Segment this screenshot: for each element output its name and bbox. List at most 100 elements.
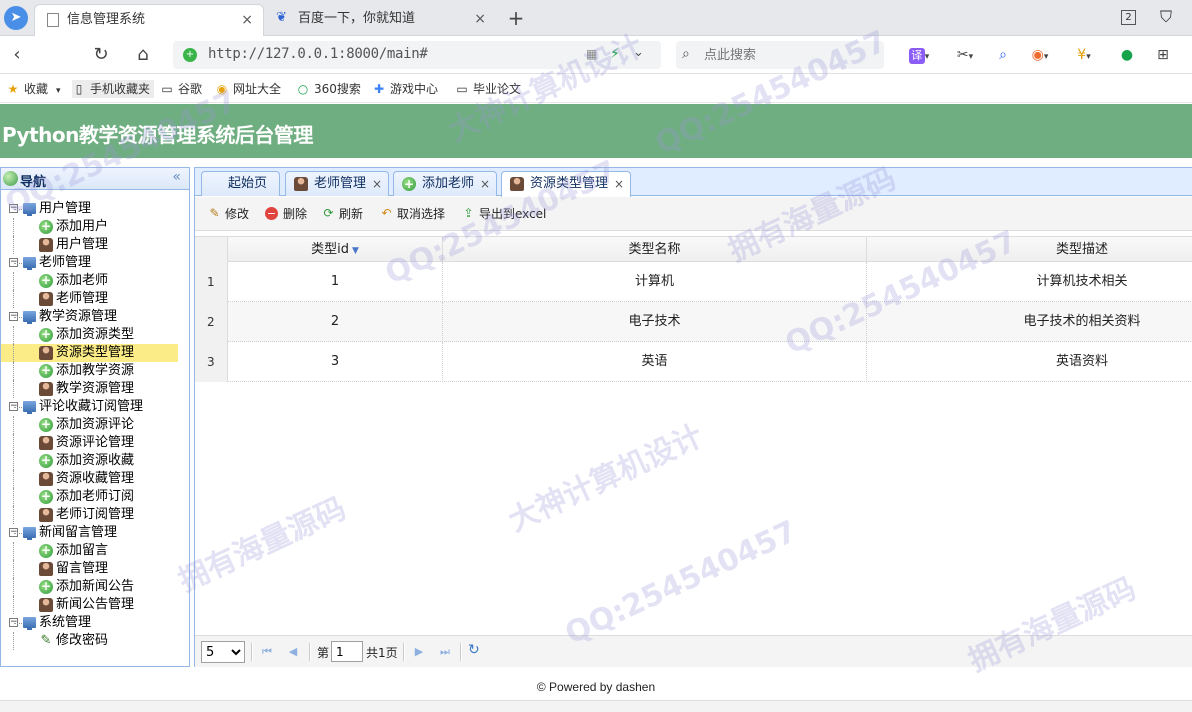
bookmark-360[interactable]: ○ 360搜索	[296, 80, 361, 98]
bookmark-games[interactable]: ✚ 游戏中心	[372, 80, 438, 98]
tab-add-teacher[interactable]: + 添加老师 ×	[393, 171, 498, 196]
nav-item[interactable]: 资源类型管理	[1, 344, 189, 362]
nav-item[interactable]: ✎ 修改密码	[1, 632, 189, 650]
add-icon: +	[39, 417, 53, 432]
nav-item[interactable]: + 添加新闻公告	[1, 578, 189, 596]
nav-item[interactable]: + 添加老师订阅	[1, 488, 189, 506]
edit-button[interactable]: ✎ 修改	[207, 205, 249, 223]
close-icon[interactable]: ×	[614, 172, 624, 196]
add-icon: +	[39, 363, 53, 378]
close-tab-icon[interactable]: ×	[241, 5, 253, 35]
browser-status-bar	[0, 700, 1192, 712]
sort-desc-icon[interactable]: ▼	[352, 246, 359, 256]
close-icon[interactable]: ×	[372, 172, 382, 196]
coin-icon[interactable]: ¥▾	[1070, 45, 1098, 65]
browser-tab-info-system[interactable]: 信息管理系统 ×	[34, 4, 264, 36]
nav-group[interactable]: − 教学资源管理	[1, 308, 189, 326]
nav-group[interactable]: − 用户管理	[1, 200, 189, 218]
url-text[interactable]: http://127.0.0.1:8000/main#	[208, 46, 428, 62]
nav-group[interactable]: − 评论收藏订阅管理	[1, 398, 189, 416]
nav-group[interactable]: − 新闻留言管理	[1, 524, 189, 542]
tab-teacher-manage[interactable]: 老师管理 ×	[285, 171, 390, 196]
lightning-icon[interactable]: ⚡	[610, 46, 620, 62]
search-box[interactable]: ⌕	[676, 41, 884, 69]
tab-resource-type-manage[interactable]: 资源类型管理 ×	[501, 171, 632, 197]
nav-item[interactable]: + 添加用户	[1, 218, 189, 236]
nav-item-label: 添加资源类型	[56, 327, 135, 342]
reload-icon[interactable]: ↻	[88, 42, 114, 68]
nav-group[interactable]: − 系统管理	[1, 614, 189, 632]
delete-button[interactable]: − 删除	[265, 205, 307, 223]
bookmark-hao123[interactable]: ◉ 网址大全	[215, 80, 281, 98]
table-row[interactable]: 2 2 电子技术 电子技术的相关资料	[195, 302, 1192, 342]
nav-item[interactable]: + 添加资源收藏	[1, 452, 189, 470]
close-tab-icon[interactable]: ×	[474, 4, 486, 34]
chevron-down-icon[interactable]: ⌄	[633, 45, 644, 60]
nav-item[interactable]: 老师订阅管理	[1, 506, 189, 524]
nav-item[interactable]: 用户管理	[1, 236, 189, 254]
tree-line	[13, 236, 14, 254]
nav-item[interactable]: + 添加老师	[1, 272, 189, 290]
back-icon[interactable]: ‹	[4, 42, 30, 68]
translate-icon[interactable]: 译 ▾	[904, 45, 934, 65]
bookmark-thesis[interactable]: ▭ 毕业论文	[455, 80, 521, 98]
unselect-button[interactable]: ↶ 取消选择	[379, 205, 445, 223]
apps-grid-icon[interactable]: ⊞	[1152, 45, 1174, 65]
browser-tab-title: 百度一下，你就知道	[298, 11, 416, 26]
new-tab-button[interactable]: +	[506, 4, 526, 32]
nav-item[interactable]: + 添加资源类型	[1, 326, 189, 344]
first-page-icon[interactable]: ⏮	[259, 643, 275, 661]
column-header-type-name[interactable]: 类型名称	[443, 237, 867, 262]
nav-group[interactable]: − 老师管理	[1, 254, 189, 272]
chevron-down-icon[interactable]: ▾	[56, 86, 61, 96]
next-page-icon[interactable]: ▶	[411, 643, 427, 661]
shield-icon[interactable]: ●	[1116, 45, 1138, 65]
nav-item[interactable]: 资源收藏管理	[1, 470, 189, 488]
home-icon[interactable]: ⌂	[130, 42, 156, 68]
browser-tab-title: 信息管理系统	[67, 12, 146, 27]
page-number-input[interactable]	[331, 641, 363, 662]
row-number: 3	[195, 342, 228, 382]
nav-item[interactable]: + 添加教学资源	[1, 362, 189, 380]
browser-tab-baidu[interactable]: ❦ 百度一下，你就知道 ×	[266, 4, 496, 36]
reload-icon[interactable]: ↻	[468, 642, 480, 658]
nav-group-label: 用户管理	[39, 201, 92, 216]
search-input[interactable]	[704, 45, 874, 65]
nav-item[interactable]: 新闻公告管理	[1, 596, 189, 614]
nav-item[interactable]: + 添加资源评论	[1, 416, 189, 434]
delete-icon: −	[265, 207, 278, 220]
table-row[interactable]: 1 1 计算机 计算机技术相关	[195, 262, 1192, 302]
page-size-select[interactable]: 5	[201, 641, 245, 663]
nav-item[interactable]: 教学资源管理	[1, 380, 189, 398]
bookmark-mobile[interactable]: ▯ 手机收藏夹	[72, 80, 155, 98]
collapse-icon[interactable]: «	[172, 169, 181, 185]
qr-icon[interactable]: ▦	[586, 47, 597, 61]
cell-type-name: 英语	[443, 342, 867, 382]
nav-item[interactable]: 老师管理	[1, 290, 189, 308]
export-excel-button[interactable]: ⇪ 导出到excel	[461, 205, 546, 223]
nav-item[interactable]: 留言管理	[1, 560, 189, 578]
bookmark-google[interactable]: ▭ 谷歌	[160, 80, 202, 98]
grid-toolbar: ✎ 修改 − 删除 ⟳ 刷新 ↶ 取消选择 ⇪ 导出到excel	[195, 197, 1192, 231]
game-icon[interactable]: ◉▾	[1026, 45, 1054, 65]
table-row[interactable]: 3 3 英语 英语资料	[195, 342, 1192, 382]
browser-logo-icon[interactable]: ➤	[4, 6, 28, 30]
window-count-icon[interactable]: 2	[1121, 10, 1136, 25]
refresh-button[interactable]: ⟳ 刷新	[321, 205, 363, 223]
bookmark-favorites[interactable]: ★ 收藏 ▾	[6, 80, 61, 98]
tree-line	[13, 506, 14, 524]
prev-page-icon[interactable]: ◀	[285, 643, 301, 661]
scissors-icon[interactable]: ✂▾	[950, 45, 980, 65]
user-icon	[39, 598, 53, 612]
tab-home[interactable]: 起始页	[201, 171, 281, 196]
magnifier-icon[interactable]: ⌕	[992, 45, 1014, 65]
nav-item-label: 添加教学资源	[56, 363, 135, 378]
column-header-type-desc[interactable]: 类型描述	[867, 237, 1192, 262]
close-icon[interactable]: ×	[480, 172, 490, 196]
skin-icon[interactable]: ⛉	[1160, 7, 1172, 27]
url-box[interactable]: + http://127.0.0.1:8000/main# ▦ ⚡ ⌄	[173, 41, 661, 69]
nav-item[interactable]: + 添加留言	[1, 542, 189, 560]
nav-item[interactable]: 资源评论管理	[1, 434, 189, 452]
column-header-type-id[interactable]: 类型id ▼	[228, 237, 443, 262]
last-page-icon[interactable]: ⏭	[437, 643, 453, 661]
